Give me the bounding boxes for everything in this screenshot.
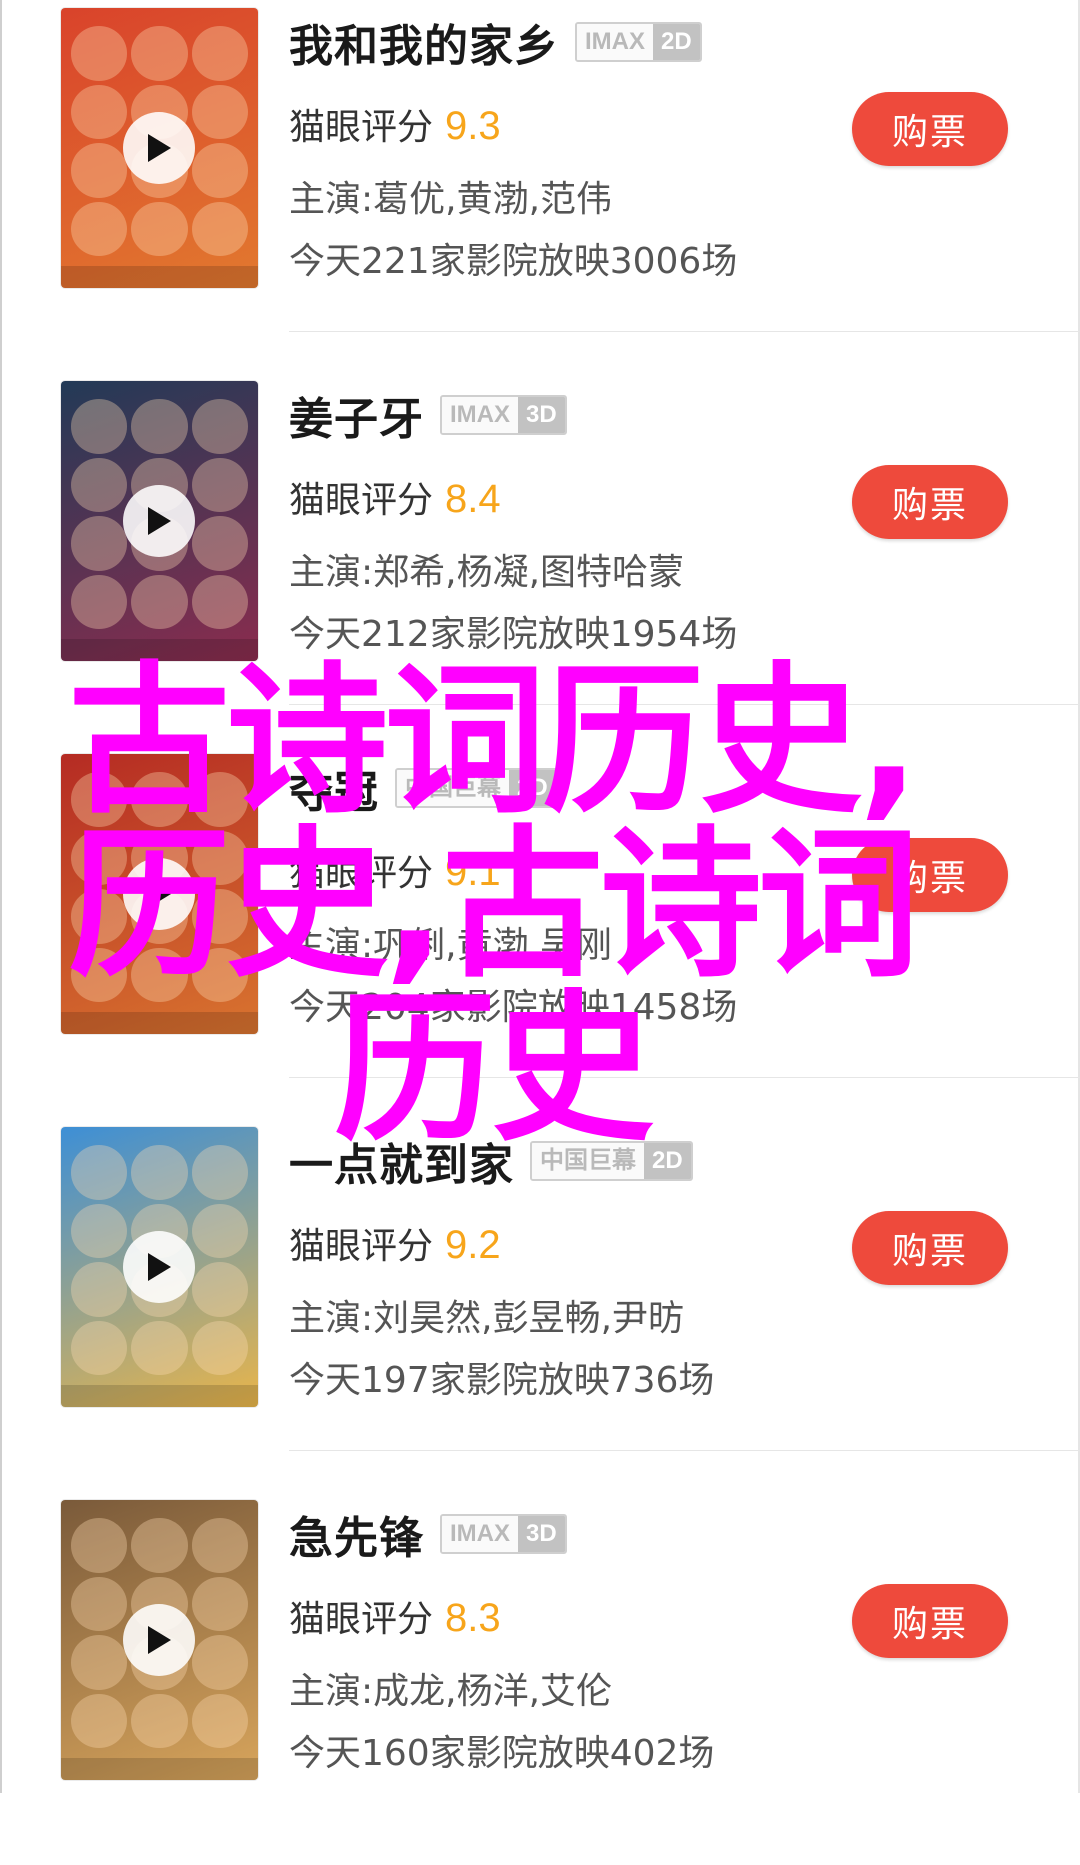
play-icon — [148, 880, 171, 908]
movie-title-line: 夺冠 中国巨幕 2D — [289, 758, 558, 818]
format-badge-screen: 中国巨幕 — [532, 1143, 644, 1179]
movie-title[interactable]: 一点就到家 — [289, 1129, 514, 1193]
rating-score: 9.3 — [445, 104, 501, 148]
movie-poster[interactable] — [61, 8, 258, 288]
format-badge-dimension: 2D — [644, 1143, 691, 1179]
movie-cast: 主演:刘昊然,彭昱畅,尹昉 — [289, 1298, 685, 1339]
row-divider — [289, 1077, 1080, 1078]
movie-title[interactable]: 姜子牙 — [289, 383, 424, 447]
rating-line: 猫眼评分 8.4 — [289, 471, 501, 531]
rating-label: 猫眼评分 — [289, 480, 434, 521]
play-icon — [148, 1253, 171, 1281]
poster-credits-strip — [61, 1385, 258, 1407]
movie-cast: 主演:葛优,黄渤,范伟 — [289, 179, 613, 220]
movie-title[interactable]: 急先锋 — [289, 1502, 424, 1566]
movie-title[interactable]: 夺冠 — [289, 756, 379, 820]
row-divider — [289, 331, 1080, 332]
showing-info: 今天197家影院放映736场 — [289, 1360, 715, 1401]
format-badge-dimension: 3D — [518, 397, 565, 433]
play-icon — [148, 134, 171, 162]
movie-list-item[interactable]: 我和我的家乡 IMAX 2D 猫眼评分 9.3 主演:葛优,黄渤,范伟 今天22… — [0, 0, 1080, 373]
poster-credits-strip — [61, 1758, 258, 1780]
rating-line: 猫眼评分 9.1 — [289, 844, 501, 904]
buy-ticket-button[interactable]: 购票 — [852, 1584, 1008, 1658]
rating-score: 8.4 — [445, 477, 501, 521]
movie-title[interactable]: 我和我的家乡 — [289, 10, 559, 74]
rating-score: 9.2 — [445, 1223, 501, 1267]
poster-credits-strip — [61, 1012, 258, 1034]
format-badge: IMAX 3D — [440, 1514, 567, 1554]
format-badge-screen: IMAX — [577, 24, 653, 60]
buy-ticket-button[interactable]: 购票 — [852, 92, 1008, 166]
play-trailer-button[interactable] — [123, 1604, 195, 1676]
format-badge: IMAX 2D — [575, 22, 702, 62]
format-badge-dimension: 2D — [509, 770, 556, 806]
play-icon — [148, 1626, 171, 1654]
play-trailer-button[interactable] — [123, 112, 195, 184]
showing-info: 今天204家影院放映1458场 — [289, 987, 738, 1028]
format-badge: 中国巨幕 2D — [530, 1141, 693, 1181]
rating-label: 猫眼评分 — [289, 1226, 434, 1267]
rating-score: 8.3 — [445, 1596, 501, 1640]
format-badge-screen: 中国巨幕 — [397, 770, 509, 806]
rating-score: 9.1 — [445, 850, 501, 894]
format-badge-dimension: 3D — [518, 1516, 565, 1552]
format-badge: 中国巨幕 2D — [395, 768, 558, 808]
movie-list-item[interactable]: 夺冠 中国巨幕 2D 猫眼评分 9.1 主演:巩俐,黄渤,吴刚 今天204家影院… — [0, 746, 1080, 1119]
showing-info: 今天221家影院放映3006场 — [289, 241, 738, 282]
movie-title-line: 姜子牙 IMAX 3D — [289, 385, 567, 445]
format-badge-dimension: 2D — [653, 24, 700, 60]
rating-label: 猫眼评分 — [289, 107, 434, 148]
format-badge: IMAX 3D — [440, 395, 567, 435]
poster-credits-strip — [61, 639, 258, 661]
rating-label: 猫眼评分 — [289, 853, 434, 894]
movie-title-line: 我和我的家乡 IMAX 2D — [289, 12, 702, 72]
format-badge-screen: IMAX — [442, 1516, 518, 1552]
movie-title-line: 急先锋 IMAX 3D — [289, 1504, 567, 1564]
play-trailer-button[interactable] — [123, 485, 195, 557]
movie-cast: 主演:郑希,杨凝,图特哈蒙 — [289, 552, 685, 593]
play-trailer-button[interactable] — [123, 1231, 195, 1303]
play-icon — [148, 507, 171, 535]
movie-poster[interactable] — [61, 1127, 258, 1407]
movie-list-item[interactable]: 一点就到家 中国巨幕 2D 猫眼评分 9.2 主演:刘昊然,彭昱畅,尹昉 今天1… — [0, 1119, 1080, 1492]
format-badge-screen: IMAX — [442, 397, 518, 433]
showing-info: 今天160家影院放映402场 — [289, 1733, 715, 1774]
buy-ticket-button[interactable]: 购票 — [852, 465, 1008, 539]
poster-credits-strip — [61, 266, 258, 288]
movie-list-item[interactable]: 姜子牙 IMAX 3D 猫眼评分 8.4 主演:郑希,杨凝,图特哈蒙 今天212… — [0, 373, 1080, 746]
play-trailer-button[interactable] — [123, 858, 195, 930]
movie-title-line: 一点就到家 中国巨幕 2D — [289, 1131, 693, 1191]
row-divider — [289, 704, 1080, 705]
row-divider — [289, 1450, 1080, 1451]
showing-info: 今天212家影院放映1954场 — [289, 614, 738, 655]
buy-ticket-button[interactable]: 购票 — [852, 1211, 1008, 1285]
rating-line: 猫眼评分 9.2 — [289, 1217, 501, 1277]
rating-line: 猫眼评分 9.3 — [289, 98, 501, 158]
rating-line: 猫眼评分 8.3 — [289, 1590, 501, 1650]
movie-list-item[interactable]: 急先锋 IMAX 3D 猫眼评分 8.3 主演:成龙,杨洋,艾伦 今天160家影… — [0, 1492, 1080, 1865]
movie-list: 我和我的家乡 IMAX 2D 猫眼评分 9.3 主演:葛优,黄渤,范伟 今天22… — [0, 0, 1080, 1793]
movie-poster[interactable] — [61, 754, 258, 1034]
movie-cast: 主演:巩俐,黄渤,吴刚 — [289, 925, 613, 966]
buy-ticket-button[interactable]: 购票 — [852, 838, 1008, 912]
movie-poster[interactable] — [61, 1500, 258, 1780]
movie-cast: 主演:成龙,杨洋,艾伦 — [289, 1671, 613, 1712]
movie-poster[interactable] — [61, 381, 258, 661]
rating-label: 猫眼评分 — [289, 1599, 434, 1640]
